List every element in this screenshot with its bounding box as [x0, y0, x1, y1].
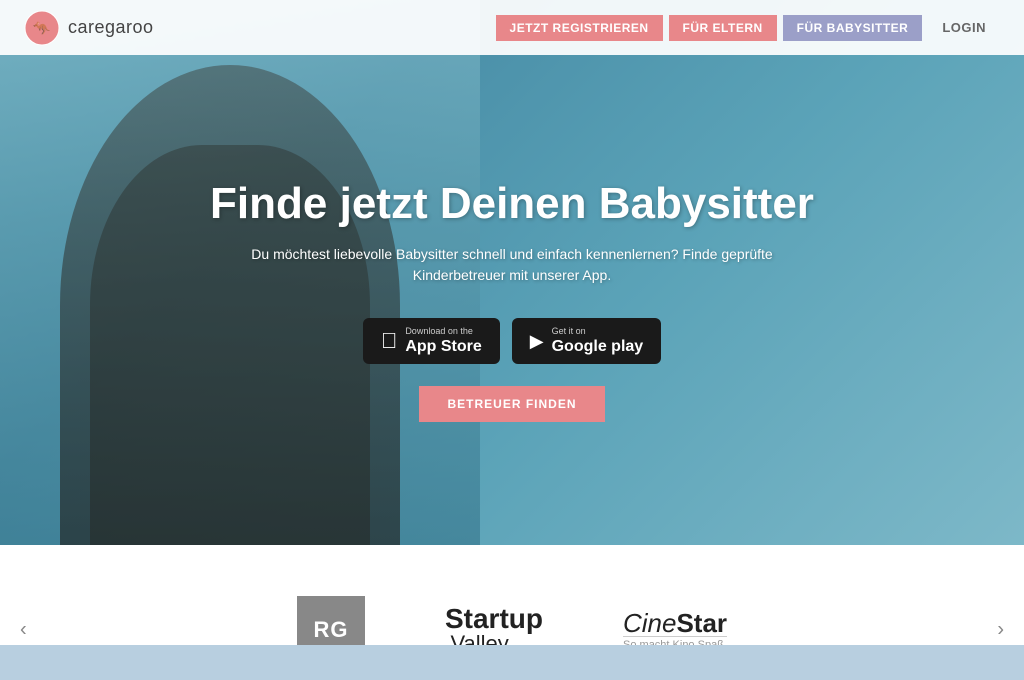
startup-text: Startup — [445, 603, 543, 634]
hero-content: Finde jetzt Deinen Babysitter Du möchtes… — [0, 0, 1024, 545]
register-button[interactable]: JETZT REGISTRIEREN — [496, 15, 663, 41]
appstore-label-large: App Store — [405, 337, 481, 356]
bottom-peek — [0, 645, 1024, 680]
googleplay-button[interactable]: ▶ Get it on Google play — [512, 318, 661, 364]
find-caregiver-button[interactable]: BETREUER FINDEN — [419, 386, 604, 422]
google-icon: ▶ — [530, 331, 544, 352]
partners-prev-button[interactable]: ‹ — [0, 619, 47, 642]
cinestar-main: CineStar — [623, 610, 727, 636]
app-buttons:  Download on the App Store ▶ Get it on … — [363, 318, 661, 364]
appstore-button[interactable]:  Download on the App Store — [363, 318, 500, 364]
nav-buttons: JETZT REGISTRIEREN FÜR ELTERN FÜR BABYSI… — [496, 14, 1000, 41]
googleplay-label-large: Google play — [552, 337, 644, 356]
navbar: 🦘 caregaroo JETZT REGISTRIEREN FÜR ELTER… — [0, 0, 1024, 55]
appstore-text: Download on the App Store — [405, 326, 481, 356]
login-button[interactable]: LOGIN — [928, 14, 1000, 41]
svg-text:🦘: 🦘 — [33, 20, 51, 36]
apple-icon:  — [381, 328, 398, 354]
partners-next-button[interactable]: › — [977, 619, 1024, 642]
hero-section: Finde jetzt Deinen Babysitter Du möchtes… — [0, 0, 1024, 545]
hero-title: Finde jetzt Deinen Babysitter — [210, 178, 814, 231]
hero-subtitle: Du möchtest liebevolle Babysitter schnel… — [232, 244, 792, 286]
googleplay-text: Get it on Google play — [552, 326, 644, 356]
fur-babysitter-button[interactable]: FÜR BABYSITTER — [783, 15, 923, 41]
googleplay-label-small: Get it on — [552, 326, 644, 337]
appstore-label-small: Download on the — [405, 326, 481, 337]
logo-icon: 🦘 — [24, 10, 60, 46]
logo-text: caregaroo — [68, 17, 154, 38]
logo-area: 🦘 caregaroo — [24, 10, 154, 46]
fur-eltern-button[interactable]: FÜR ELTERN — [669, 15, 777, 41]
